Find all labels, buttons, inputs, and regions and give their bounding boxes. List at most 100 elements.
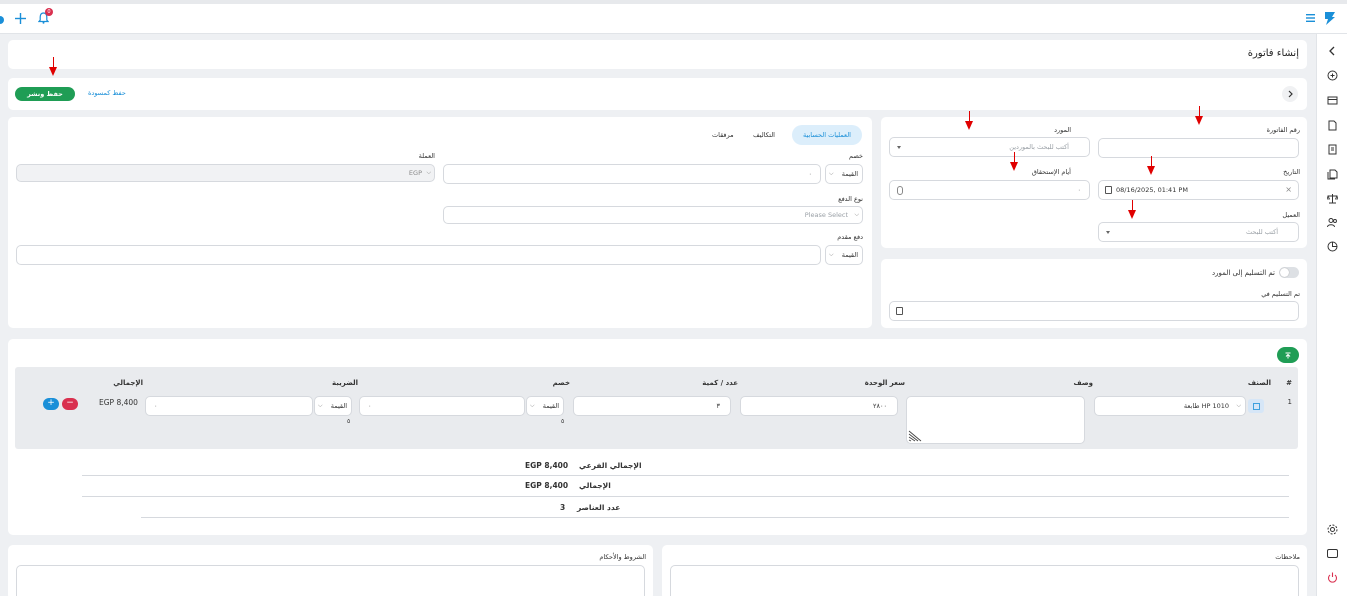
sales-icon[interactable] bbox=[1325, 68, 1339, 82]
supplier-placeholder: أكتب للبحث بالموردين bbox=[1009, 143, 1069, 151]
subtotal-value: EGP 8,400 bbox=[525, 461, 569, 470]
header-tax: الضريبة bbox=[331, 379, 358, 387]
product-image-icon[interactable] bbox=[1248, 399, 1264, 413]
plus-icon[interactable] bbox=[12, 10, 28, 26]
tab-attachments[interactable]: مرفقات bbox=[712, 131, 734, 139]
supplier-select[interactable]: أكتب للبحث بالموردين bbox=[889, 137, 1090, 157]
add-row-button[interactable]: + bbox=[43, 398, 59, 410]
bell-icon[interactable]: 0 bbox=[35, 8, 53, 26]
notes-card: ملاحظات bbox=[662, 545, 1307, 596]
right-sidebar bbox=[1316, 34, 1347, 596]
save-draft-button[interactable]: حفظ كمسودة bbox=[88, 89, 126, 97]
delivered-at-input[interactable] bbox=[889, 301, 1299, 321]
annotation-arrow-icon bbox=[1195, 106, 1203, 125]
row-tax-chevron-icon: ⌵ bbox=[318, 402, 323, 409]
page-title: إنشاء فاتورة bbox=[1247, 48, 1299, 59]
collapse-items-button[interactable] bbox=[1277, 347, 1299, 363]
tab-costs[interactable]: التكاليف bbox=[753, 131, 775, 139]
row-tax-type-select[interactable]: القيمة ⌵ bbox=[314, 396, 352, 416]
annotation-arrow-icon bbox=[965, 111, 973, 130]
summary-divider bbox=[141, 517, 1289, 518]
stepper-icon[interactable] bbox=[897, 186, 903, 195]
client-select[interactable]: أكتب للبحث bbox=[1098, 222, 1299, 242]
row-index: 1 bbox=[1287, 398, 1292, 406]
products-icon[interactable] bbox=[1325, 118, 1339, 132]
item-count-value: 3 bbox=[560, 503, 566, 512]
description-textarea[interactable] bbox=[906, 396, 1085, 444]
delivery-card: تم التسليم إلى المورد تم التسليم في bbox=[881, 259, 1307, 328]
tab-calculations[interactable]: العمليات الحسابية bbox=[792, 125, 862, 145]
currency-value: EGP bbox=[408, 169, 422, 177]
currency-select[interactable]: EGP ⌵ bbox=[16, 164, 435, 182]
row-discount-type-select[interactable]: القيمة ⌵ bbox=[526, 396, 564, 416]
row-tax-type-value: القيمة bbox=[330, 402, 347, 410]
chevron-left-icon[interactable] bbox=[1325, 44, 1339, 58]
unit-price-input[interactable]: ٢٨٠٠ bbox=[740, 396, 898, 416]
calendar-icon bbox=[1105, 186, 1112, 194]
product-select[interactable]: طابعة HP 1010 ⌵ bbox=[1094, 396, 1246, 416]
row-discount-input[interactable]: ٠ bbox=[359, 396, 525, 416]
title-card: إنشاء فاتورة bbox=[8, 40, 1307, 69]
terms-textarea[interactable] bbox=[16, 565, 645, 596]
client-placeholder: أكتب للبحث bbox=[1246, 228, 1278, 236]
terms-label: الشروط والأحكام bbox=[599, 553, 646, 561]
power-icon[interactable] bbox=[1325, 570, 1339, 584]
payment-type-select[interactable]: Please Select ⌵ bbox=[443, 206, 863, 224]
payment-type-placeholder: Please Select bbox=[804, 211, 848, 219]
payment-type-label: نوع الدفع bbox=[838, 195, 863, 203]
subtotal-label: الإجمالي الفرعي bbox=[579, 461, 642, 470]
action-card: حفظ ونشر حفظ كمسودة bbox=[8, 78, 1307, 110]
invoice-number-label: رقم الفاتورة bbox=[1266, 126, 1300, 134]
date-value: 08/16/2025, 01:41 PM bbox=[1116, 186, 1188, 194]
delivery-toggle[interactable] bbox=[1279, 267, 1299, 278]
invoice-info-card: رقم الفاتورة المورد أكتب للبحث بالموردين… bbox=[881, 117, 1307, 248]
annotation-arrow-icon bbox=[1010, 152, 1018, 171]
users-icon[interactable] bbox=[1325, 215, 1339, 229]
quantity-value: ٣ bbox=[716, 402, 721, 410]
scales-icon[interactable] bbox=[1325, 191, 1339, 205]
resize-handle-icon[interactable] bbox=[908, 430, 922, 442]
settings-icon[interactable] bbox=[1325, 522, 1339, 536]
app-logo-icon[interactable] bbox=[1321, 9, 1339, 27]
currency-chevron-icon: ⌵ bbox=[426, 169, 431, 176]
discount-type-value: القيمة bbox=[841, 170, 858, 178]
annotation-arrow-icon bbox=[1147, 156, 1155, 175]
reports-icon[interactable] bbox=[1325, 239, 1339, 253]
notes-textarea[interactable] bbox=[670, 565, 1299, 596]
purchases-icon[interactable] bbox=[1325, 93, 1339, 107]
row-discount-note: ٥ bbox=[561, 418, 565, 425]
supplier-dropdown-icon bbox=[897, 146, 901, 149]
due-days-input[interactable]: ٠ bbox=[889, 180, 1090, 200]
row-tax-input[interactable]: ٠ bbox=[145, 396, 313, 416]
remove-row-button[interactable]: − bbox=[62, 398, 78, 410]
discount-type-select[interactable]: القيمة ⌵ bbox=[825, 164, 863, 184]
sidebar-toggle-icon[interactable] bbox=[0, 16, 4, 24]
documents-icon[interactable] bbox=[1325, 167, 1339, 181]
advance-type-select[interactable]: القيمة ⌵ bbox=[825, 245, 863, 265]
clear-date-icon[interactable]: × bbox=[1285, 185, 1292, 194]
quantity-input[interactable]: ٣ bbox=[573, 396, 731, 416]
invoices-icon[interactable] bbox=[1325, 142, 1339, 156]
advance-chevron-icon: ⌵ bbox=[829, 251, 834, 258]
top-bar: 0 bbox=[0, 0, 1347, 34]
save-publish-button[interactable]: حفظ ونشر bbox=[15, 87, 75, 101]
display-icon[interactable] bbox=[1325, 546, 1339, 560]
header-description: وصف bbox=[1073, 379, 1093, 387]
date-input[interactable]: 08/16/2025, 01:41 PM × bbox=[1098, 180, 1299, 200]
annotation-arrow-icon bbox=[1128, 200, 1136, 219]
menu-icon[interactable] bbox=[1303, 11, 1317, 25]
row-tax-value: ٠ bbox=[154, 402, 158, 410]
delivered-calendar-icon bbox=[896, 307, 903, 315]
delivery-toggle-label: تم التسليم إلى المورد bbox=[1212, 269, 1275, 277]
header-total: الإجمالي bbox=[113, 379, 143, 387]
invoice-number-input[interactable] bbox=[1098, 138, 1299, 158]
back-chevron-icon[interactable] bbox=[1282, 86, 1298, 102]
row-total: EGP 8,400 bbox=[99, 398, 138, 407]
header-unit-price: سعر الوحدة bbox=[864, 379, 905, 387]
client-dropdown-icon bbox=[1106, 231, 1110, 234]
discount-input[interactable]: ٠ bbox=[443, 164, 821, 184]
delivered-at-label: تم التسليم في bbox=[1261, 290, 1300, 298]
advance-payment-input[interactable] bbox=[16, 245, 821, 265]
summary-divider bbox=[82, 475, 1289, 476]
notification-badge: 0 bbox=[45, 8, 53, 16]
